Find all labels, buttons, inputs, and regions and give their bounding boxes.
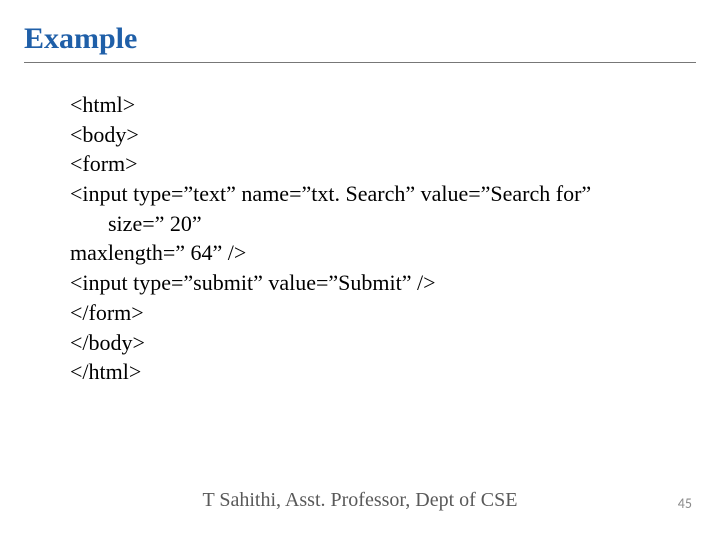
code-line: <html> (70, 90, 680, 120)
code-line: </form> (70, 298, 680, 328)
slide: Example <html> <body> <form> <input type… (0, 0, 720, 540)
code-block: <html> <body> <form> <input type=”text” … (70, 90, 680, 387)
code-line: <form> (70, 149, 680, 179)
code-line-indent: size=” 20” (70, 209, 680, 239)
footer-author-text: T Sahithi, Asst. Professor, Dept of CSE (203, 489, 518, 511)
code-line: </html> (70, 357, 680, 387)
page-number: 45 (678, 495, 692, 512)
code-line: <input type=”text” name=”txt. Search” va… (70, 179, 680, 209)
slide-title: Example (24, 22, 137, 56)
code-line: maxlength=” 64” /> (70, 238, 680, 268)
code-line: <input type=”submit” value=”Submit” /> (70, 268, 680, 298)
title-underline (24, 62, 696, 63)
footer-author: T Sahithi, Asst. Professor, Dept of CSE (0, 489, 720, 512)
code-line: <body> (70, 120, 680, 150)
code-line: </body> (70, 328, 680, 358)
